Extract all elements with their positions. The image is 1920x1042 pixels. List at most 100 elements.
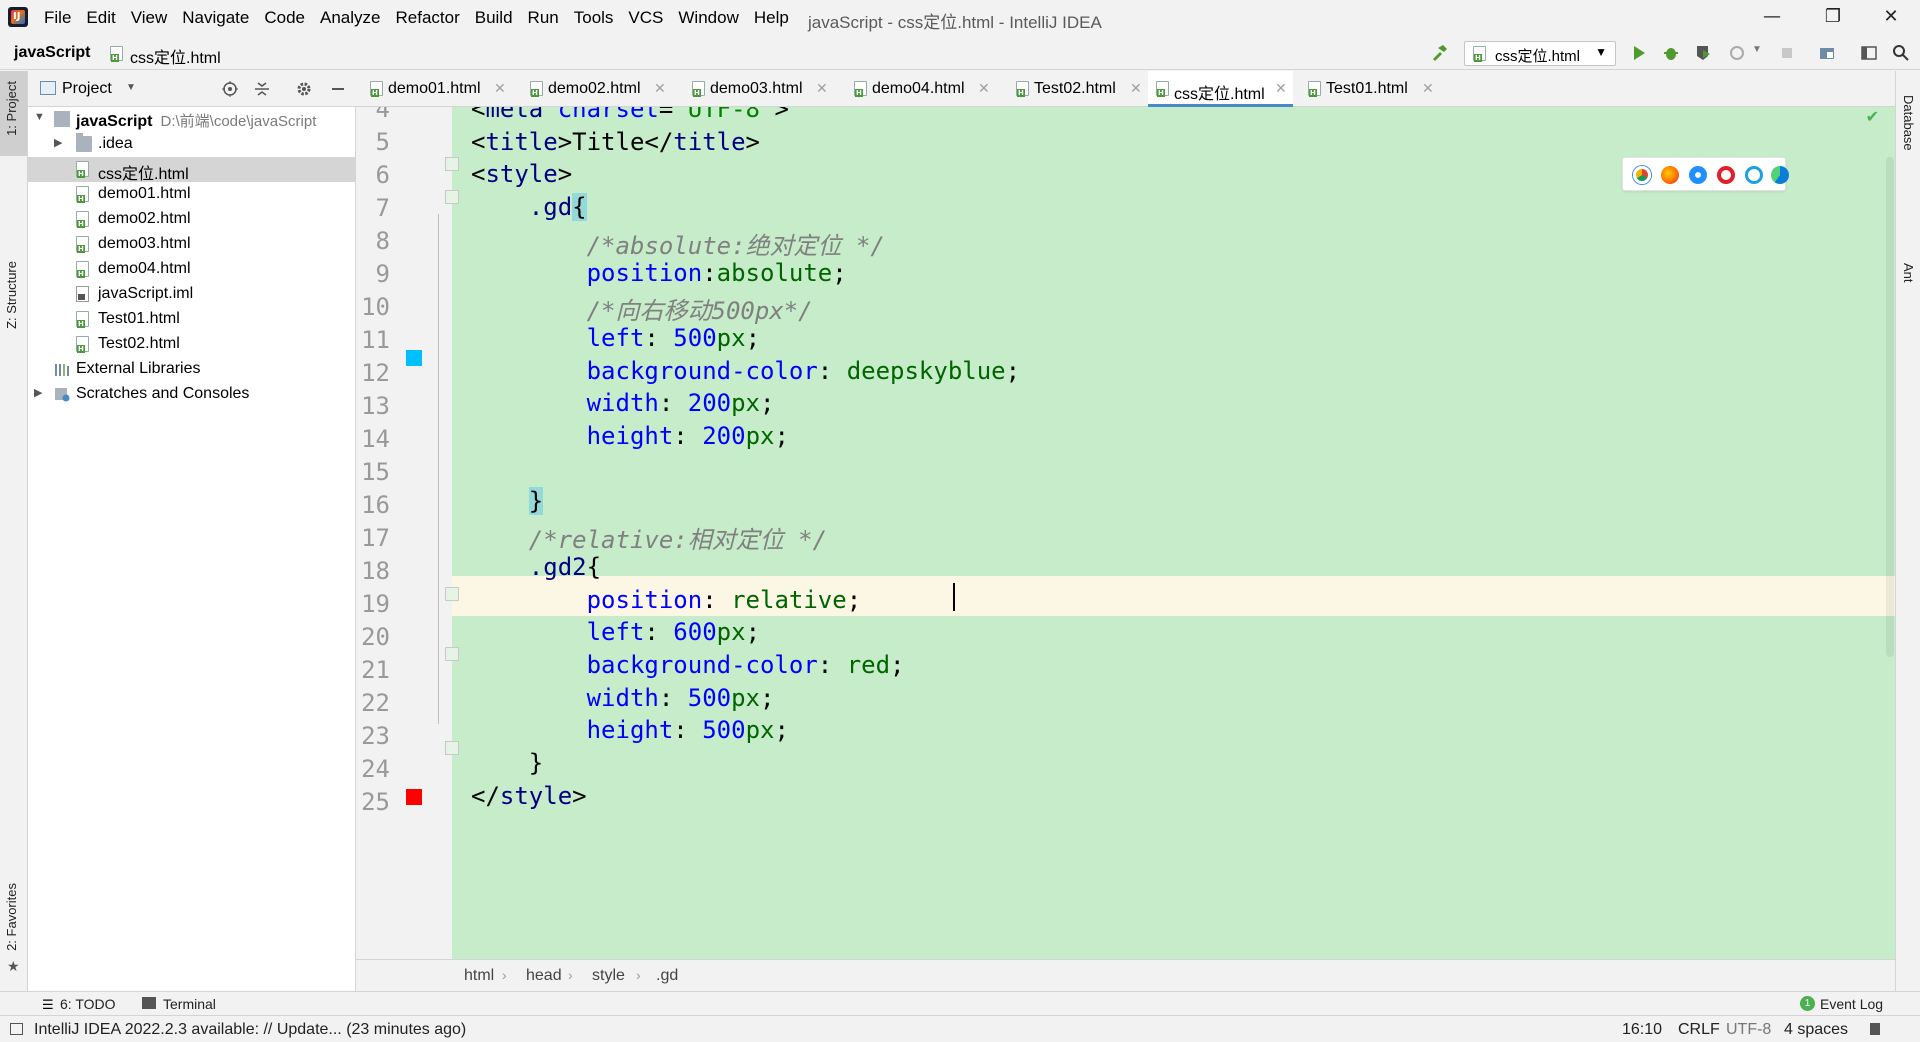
- fold-marker-icon[interactable]: [445, 741, 459, 755]
- menu-help[interactable]: Help: [754, 8, 789, 28]
- tool-tab-structure[interactable]: Z: Structure: [4, 261, 19, 329]
- code-line[interactable]: background-color: deepskyblue;: [471, 357, 1021, 385]
- firefox-icon[interactable]: [1661, 166, 1679, 184]
- menu-tools[interactable]: Tools: [574, 8, 614, 28]
- menu-build[interactable]: Build: [475, 8, 513, 28]
- crumb-style[interactable]: style: [592, 967, 625, 985]
- hide-panel-icon[interactable]: [329, 80, 347, 98]
- layout-toggle-icon[interactable]: [10, 1023, 23, 1035]
- tree-item-test02[interactable]: Test02.html: [28, 332, 356, 357]
- debug-icon[interactable]: [1662, 44, 1680, 62]
- code-line[interactable]: left: 500px;: [471, 324, 760, 352]
- search-icon[interactable]: [1892, 44, 1910, 62]
- code-line[interactable]: width: 500px;: [471, 684, 775, 712]
- stop-icon[interactable]: [1778, 44, 1796, 62]
- menu-view[interactable]: View: [131, 8, 168, 28]
- chevron-down-icon[interactable]: ▼: [1752, 44, 1770, 62]
- tab-demo03[interactable]: demo03.html ✕: [684, 71, 832, 107]
- close-icon[interactable]: ✕: [978, 80, 990, 97]
- menu-file[interactable]: File: [44, 8, 71, 28]
- tree-item-javascript-iml[interactable]: javaScript.iml: [28, 282, 356, 307]
- tree-item-external-libraries[interactable]: External Libraries: [28, 357, 356, 382]
- fold-marker-icon[interactable]: [445, 157, 459, 171]
- tool-tab-project[interactable]: 1: Project: [4, 81, 19, 136]
- crumb-selector[interactable]: .gd: [656, 967, 678, 985]
- code-line[interactable]: .gd2{: [471, 553, 601, 581]
- menu-vcs[interactable]: VCS: [628, 8, 663, 28]
- status-message[interactable]: IntelliJ IDEA 2022.2.3 available: // Upd…: [34, 1021, 466, 1039]
- tool-tab-event-log[interactable]: Event Log: [1820, 996, 1883, 1012]
- code-line[interactable]: .gd{: [471, 193, 587, 222]
- coverage-icon[interactable]: [1694, 44, 1712, 62]
- color-swatch-deepskyblue[interactable]: [406, 350, 422, 366]
- code-line[interactable]: <title>Title</title>: [471, 128, 760, 156]
- chrome-icon[interactable]: [1633, 166, 1651, 184]
- code-line[interactable]: left: 600px;: [471, 618, 760, 646]
- chevron-right-icon[interactable]: ▶: [34, 386, 42, 399]
- build-hammer-icon[interactable]: [1430, 44, 1448, 62]
- vertical-scrollbar[interactable]: [1886, 157, 1894, 657]
- tool-tab-ant[interactable]: Ant: [1901, 263, 1916, 283]
- tree-root-javascript[interactable]: ▼ javaScript D:\前端\code\javaScript: [28, 107, 356, 132]
- tab-demo04[interactable]: demo04.html ✕: [846, 71, 994, 107]
- code-line[interactable]: /*absolute:绝对定位 */: [471, 226, 885, 261]
- tree-item-demo01[interactable]: demo01.html: [28, 182, 356, 207]
- menu-edit[interactable]: Edit: [86, 8, 115, 28]
- code-line[interactable]: <style>: [471, 160, 572, 188]
- code-line[interactable]: /*relative:相对定位 */: [471, 520, 827, 555]
- close-icon[interactable]: ✕: [1422, 80, 1434, 97]
- close-icon[interactable]: ✕: [654, 80, 666, 97]
- restore-button[interactable]: ❐: [1818, 6, 1848, 30]
- nav-file-crumb[interactable]: css定位.html: [130, 44, 221, 68]
- code-line[interactable]: height: 200px;: [471, 422, 789, 450]
- collapse-all-icon[interactable]: [253, 80, 271, 98]
- menu-window[interactable]: Window: [678, 8, 738, 28]
- chevron-down-icon[interactable]: ▼: [34, 111, 45, 123]
- tree-item-demo04[interactable]: demo04.html: [28, 257, 356, 282]
- minimize-button[interactable]: —: [1757, 6, 1787, 30]
- close-icon[interactable]: ✕: [816, 80, 828, 97]
- crumb-head[interactable]: head: [526, 967, 562, 985]
- project-structure-icon[interactable]: [1818, 44, 1836, 62]
- tab-css-positioning[interactable]: css定位.html ✕: [1148, 71, 1293, 107]
- intellij-logo-icon[interactable]: IJ: [8, 7, 28, 27]
- menu-navigate[interactable]: Navigate: [182, 8, 249, 28]
- code-line[interactable]: width: 200px;: [471, 389, 775, 417]
- tab-test02[interactable]: Test02.html ✕: [1008, 71, 1146, 107]
- tool-tab-todo[interactable]: 6: TODO: [60, 996, 116, 1012]
- fold-marker-icon[interactable]: [445, 647, 459, 661]
- run-icon[interactable]: [1630, 44, 1648, 62]
- project-view-title[interactable]: Project: [62, 80, 112, 98]
- tab-demo01[interactable]: demo01.html ✕: [362, 71, 510, 107]
- chevron-right-icon[interactable]: ▶: [54, 136, 62, 149]
- code-line[interactable]: height: 500px;: [471, 716, 789, 744]
- tree-item-idea[interactable]: ▶ .idea: [28, 132, 356, 157]
- edge-icon[interactable]: [1771, 166, 1789, 184]
- run-configuration-select[interactable]: css定位.html ▼: [1464, 41, 1616, 66]
- menu-run[interactable]: Run: [528, 8, 559, 28]
- locate-target-icon[interactable]: [221, 80, 239, 98]
- crumb-html[interactable]: html: [464, 967, 494, 985]
- close-icon[interactable]: ✕: [1130, 80, 1142, 97]
- fold-marker-icon[interactable]: [445, 587, 459, 601]
- tree-item-scratches[interactable]: ▶ Scratches and Consoles: [28, 382, 356, 407]
- indent-setting[interactable]: 4 spaces: [1784, 1021, 1848, 1039]
- lock-icon[interactable]: [1870, 1023, 1880, 1035]
- close-icon[interactable]: ✕: [494, 80, 506, 97]
- code-line[interactable]: /*向右移动500px*/: [471, 291, 813, 326]
- close-window-button[interactable]: ✕: [1876, 6, 1906, 30]
- menu-analyze[interactable]: Analyze: [320, 8, 380, 28]
- menu-refactor[interactable]: Refactor: [395, 8, 459, 28]
- code-line[interactable]: background-color: red;: [471, 651, 905, 679]
- code-line[interactable]: </style>: [471, 782, 587, 810]
- close-icon[interactable]: ✕: [1275, 80, 1287, 97]
- color-swatch-red[interactable]: [406, 789, 422, 805]
- menu-code[interactable]: Code: [264, 8, 305, 28]
- internet-explorer-icon[interactable]: [1745, 166, 1763, 184]
- tool-tab-terminal[interactable]: Terminal: [163, 996, 216, 1012]
- line-separator[interactable]: CRLF: [1678, 1021, 1720, 1039]
- code-editor[interactable]: 4 5 6 7 8 9 10 11 12 13 14 15 16 17 18 1…: [356, 107, 1895, 959]
- profile-icon[interactable]: [1728, 44, 1746, 62]
- tree-item-test01[interactable]: Test01.html: [28, 307, 356, 332]
- tree-item-demo02[interactable]: demo02.html: [28, 207, 356, 232]
